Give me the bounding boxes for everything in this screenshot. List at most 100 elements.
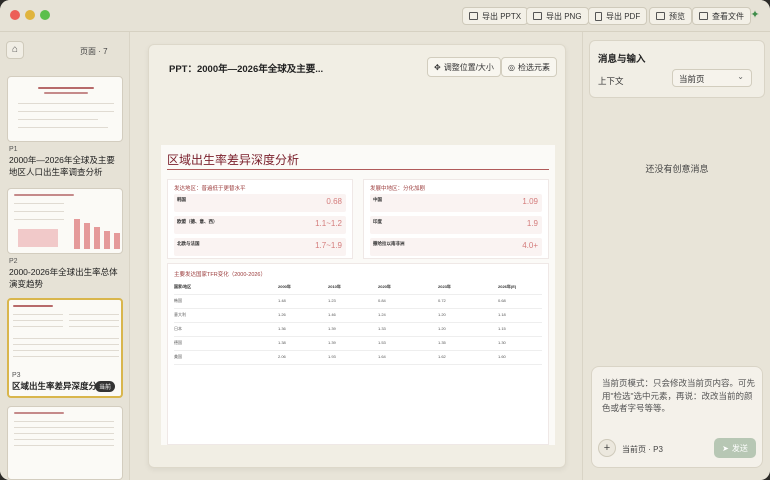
developed-regions-card: 发达地区：普遍低于更替水平 韩国 0.68 欧盟（德、意、西） 1.1~1.2 … [167, 179, 353, 259]
table-header-cell: 国家/地区 [174, 284, 192, 289]
table-header-cell: 2000年 [278, 284, 291, 289]
table-row-divider [174, 294, 542, 295]
empty-message: 还没有创意消息 [645, 164, 709, 174]
table-cell: 1.36 [278, 326, 286, 331]
table-cell: 1.48 [278, 298, 286, 303]
table-header-cell: 2026年(E) [498, 284, 517, 289]
slide-canvas[interactable]: 区域出生率差异深度分析 发达地区：普遍低于更替水平 韩国 0.68 欧盟（德、意… [161, 145, 555, 445]
panel-title: 消息与输入 [598, 54, 646, 65]
table-cell: 1.64 [378, 354, 386, 359]
row-label: 中国 [373, 197, 382, 202]
page-number-p1: P1 [9, 146, 18, 153]
table-cell: 1.38 [278, 340, 286, 345]
export-pptx-button[interactable]: 导出 PPTX [462, 7, 529, 25]
export-png-button[interactable]: 导出 PNG [526, 7, 589, 25]
table-cell: 0.68 [498, 298, 506, 303]
page-sidebar: ⌂ 页面 · 7 P1 2000年—2026年全球及主要地区人口出生率调查分析 [0, 32, 130, 480]
table-header-cell: 2023年 [438, 284, 451, 289]
context-select[interactable]: 当前页 ⌄ [672, 69, 752, 87]
table-cell: 1.35 [438, 340, 446, 345]
row-value: 4.0+ [522, 241, 538, 250]
title-bar: 导出 PPTX 导出 PNG 导出 PDF 预览 查看文件 ✦ [0, 0, 770, 32]
current-page-indicator: 当前页 · P3 [622, 445, 663, 454]
table-row-divider [174, 336, 542, 337]
select-element-button[interactable]: ◎ 检选元素 [501, 57, 557, 77]
developing-row: 印度 1.9 [370, 216, 542, 234]
preview-button[interactable]: 预览 [649, 7, 692, 25]
table-header-cell: 2020年 [378, 284, 391, 289]
page-thumbnail-p1[interactable] [7, 76, 123, 142]
export-pdf-label: 导出 PDF [606, 11, 641, 21]
table-cell: 0.84 [378, 298, 386, 303]
plus-icon: + [603, 442, 611, 454]
chevron-down-icon: ⌄ [737, 72, 744, 81]
table-cell: 日本 [174, 326, 182, 331]
developing-heading: 发展中地区：分化加剧 [370, 186, 426, 192]
document-icon [595, 11, 602, 21]
row-value: 1.7~1.9 [315, 241, 342, 250]
editor-area: PPT：2000年—2026年全球及主要... ✥ 调整位置/大小 ◎ 检选元素… [130, 32, 582, 480]
compose-box[interactable]: 当前页模式：只会修改当前页内容。可先用"检选"选中元素，再说：改改当前的颜色或者… [591, 366, 763, 468]
home-button[interactable]: ⌂ [6, 41, 24, 59]
external-link-icon [656, 12, 665, 20]
table-cell: 1.60 [498, 354, 506, 359]
row-value: 1.09 [522, 197, 538, 206]
developing-regions-card: 发展中地区：分化加剧 中国 1.09 印度 1.9 撒哈拉以南非洲 4.0+ [363, 179, 549, 259]
page-thumbnail-p2[interactable] [7, 188, 123, 254]
target-icon: ◎ [508, 62, 515, 72]
table-cell: 意大利 [174, 312, 186, 317]
table-cell: 1.46 [328, 312, 336, 317]
table-row-divider [174, 322, 542, 323]
developed-row: 韩国 0.68 [174, 194, 346, 212]
table-cell: 1.23 [328, 298, 336, 303]
developing-row: 撒哈拉以南非洲 4.0+ [370, 238, 542, 256]
title-divider [167, 169, 549, 170]
row-value: 1.1~1.2 [315, 219, 342, 228]
image-icon [533, 12, 542, 20]
table-cell: 德国 [174, 340, 182, 345]
context-panel: 消息与输入 上下文 当前页 ⌄ [589, 40, 765, 98]
developing-row: 中国 1.09 [370, 194, 542, 212]
app-window: 导出 PPTX 导出 PNG 导出 PDF 预览 查看文件 ✦ ⌂ 页面 · 7 [0, 0, 770, 480]
slide-title: 区域出生率差异深度分析 [167, 153, 300, 167]
table-cell: 1.53 [378, 340, 386, 345]
table-cell: 1.24 [378, 312, 386, 317]
row-label: 韩国 [177, 197, 186, 202]
row-label: 北欧与法国 [177, 241, 200, 246]
page-thumbnail-p3[interactable]: P3 区域出生率差异深度分析 当前 [7, 298, 123, 398]
preview-label: 预览 [669, 11, 685, 21]
row-label: 撒哈拉以南非洲 [373, 241, 405, 246]
export-pdf-button[interactable]: 导出 PDF [588, 7, 648, 25]
export-png-label: 导出 PNG [546, 11, 582, 21]
editor-title: PPT：2000年—2026年全球及主要... [169, 64, 324, 75]
page-thumbnail-p4[interactable] [7, 406, 123, 480]
close-window-button[interactable] [10, 10, 20, 20]
table-cell: 1.20 [438, 312, 446, 317]
developed-row: 欧盟（德、意、西） 1.1~1.2 [174, 216, 346, 234]
table-header-cell: 2010年 [328, 284, 341, 289]
adjust-position-button[interactable]: ✥ 调整位置/大小 [427, 57, 501, 77]
pin-icon[interactable]: ✦ [748, 8, 762, 22]
page-label-p2: 2000-2026年全球出生率总体演变趋势 [9, 267, 118, 289]
row-value: 1.9 [526, 219, 538, 228]
add-attachment-button[interactable]: + [598, 439, 616, 457]
table-cell: 0.72 [438, 298, 446, 303]
current-page-badge: 当前 [94, 381, 115, 392]
zoom-window-button[interactable] [40, 10, 50, 20]
page-number-p3: P3 [12, 372, 21, 379]
table-cell: 1.26 [278, 312, 286, 317]
page-number-p2: P2 [9, 258, 18, 265]
table-cell: 1.20 [438, 326, 446, 331]
folder-icon [699, 12, 708, 20]
view-file-button[interactable]: 查看文件 [692, 7, 751, 25]
compose-input[interactable]: 当前页模式：只会修改当前页内容。可先用"检选"选中元素，再说：改改当前的颜色或者… [602, 377, 756, 415]
developed-heading: 发达地区：普遍低于更替水平 [174, 186, 246, 192]
row-value: 0.68 [326, 197, 342, 206]
move-icon: ✥ [434, 62, 441, 72]
table-cell: 1.39 [328, 326, 336, 331]
minimize-window-button[interactable] [25, 10, 35, 20]
developed-row: 北欧与法国 1.7~1.9 [174, 238, 346, 256]
send-button[interactable]: ➤ 发送 [714, 438, 756, 458]
context-value: 当前页 [679, 74, 705, 84]
table-cell: 1.15 [498, 326, 506, 331]
